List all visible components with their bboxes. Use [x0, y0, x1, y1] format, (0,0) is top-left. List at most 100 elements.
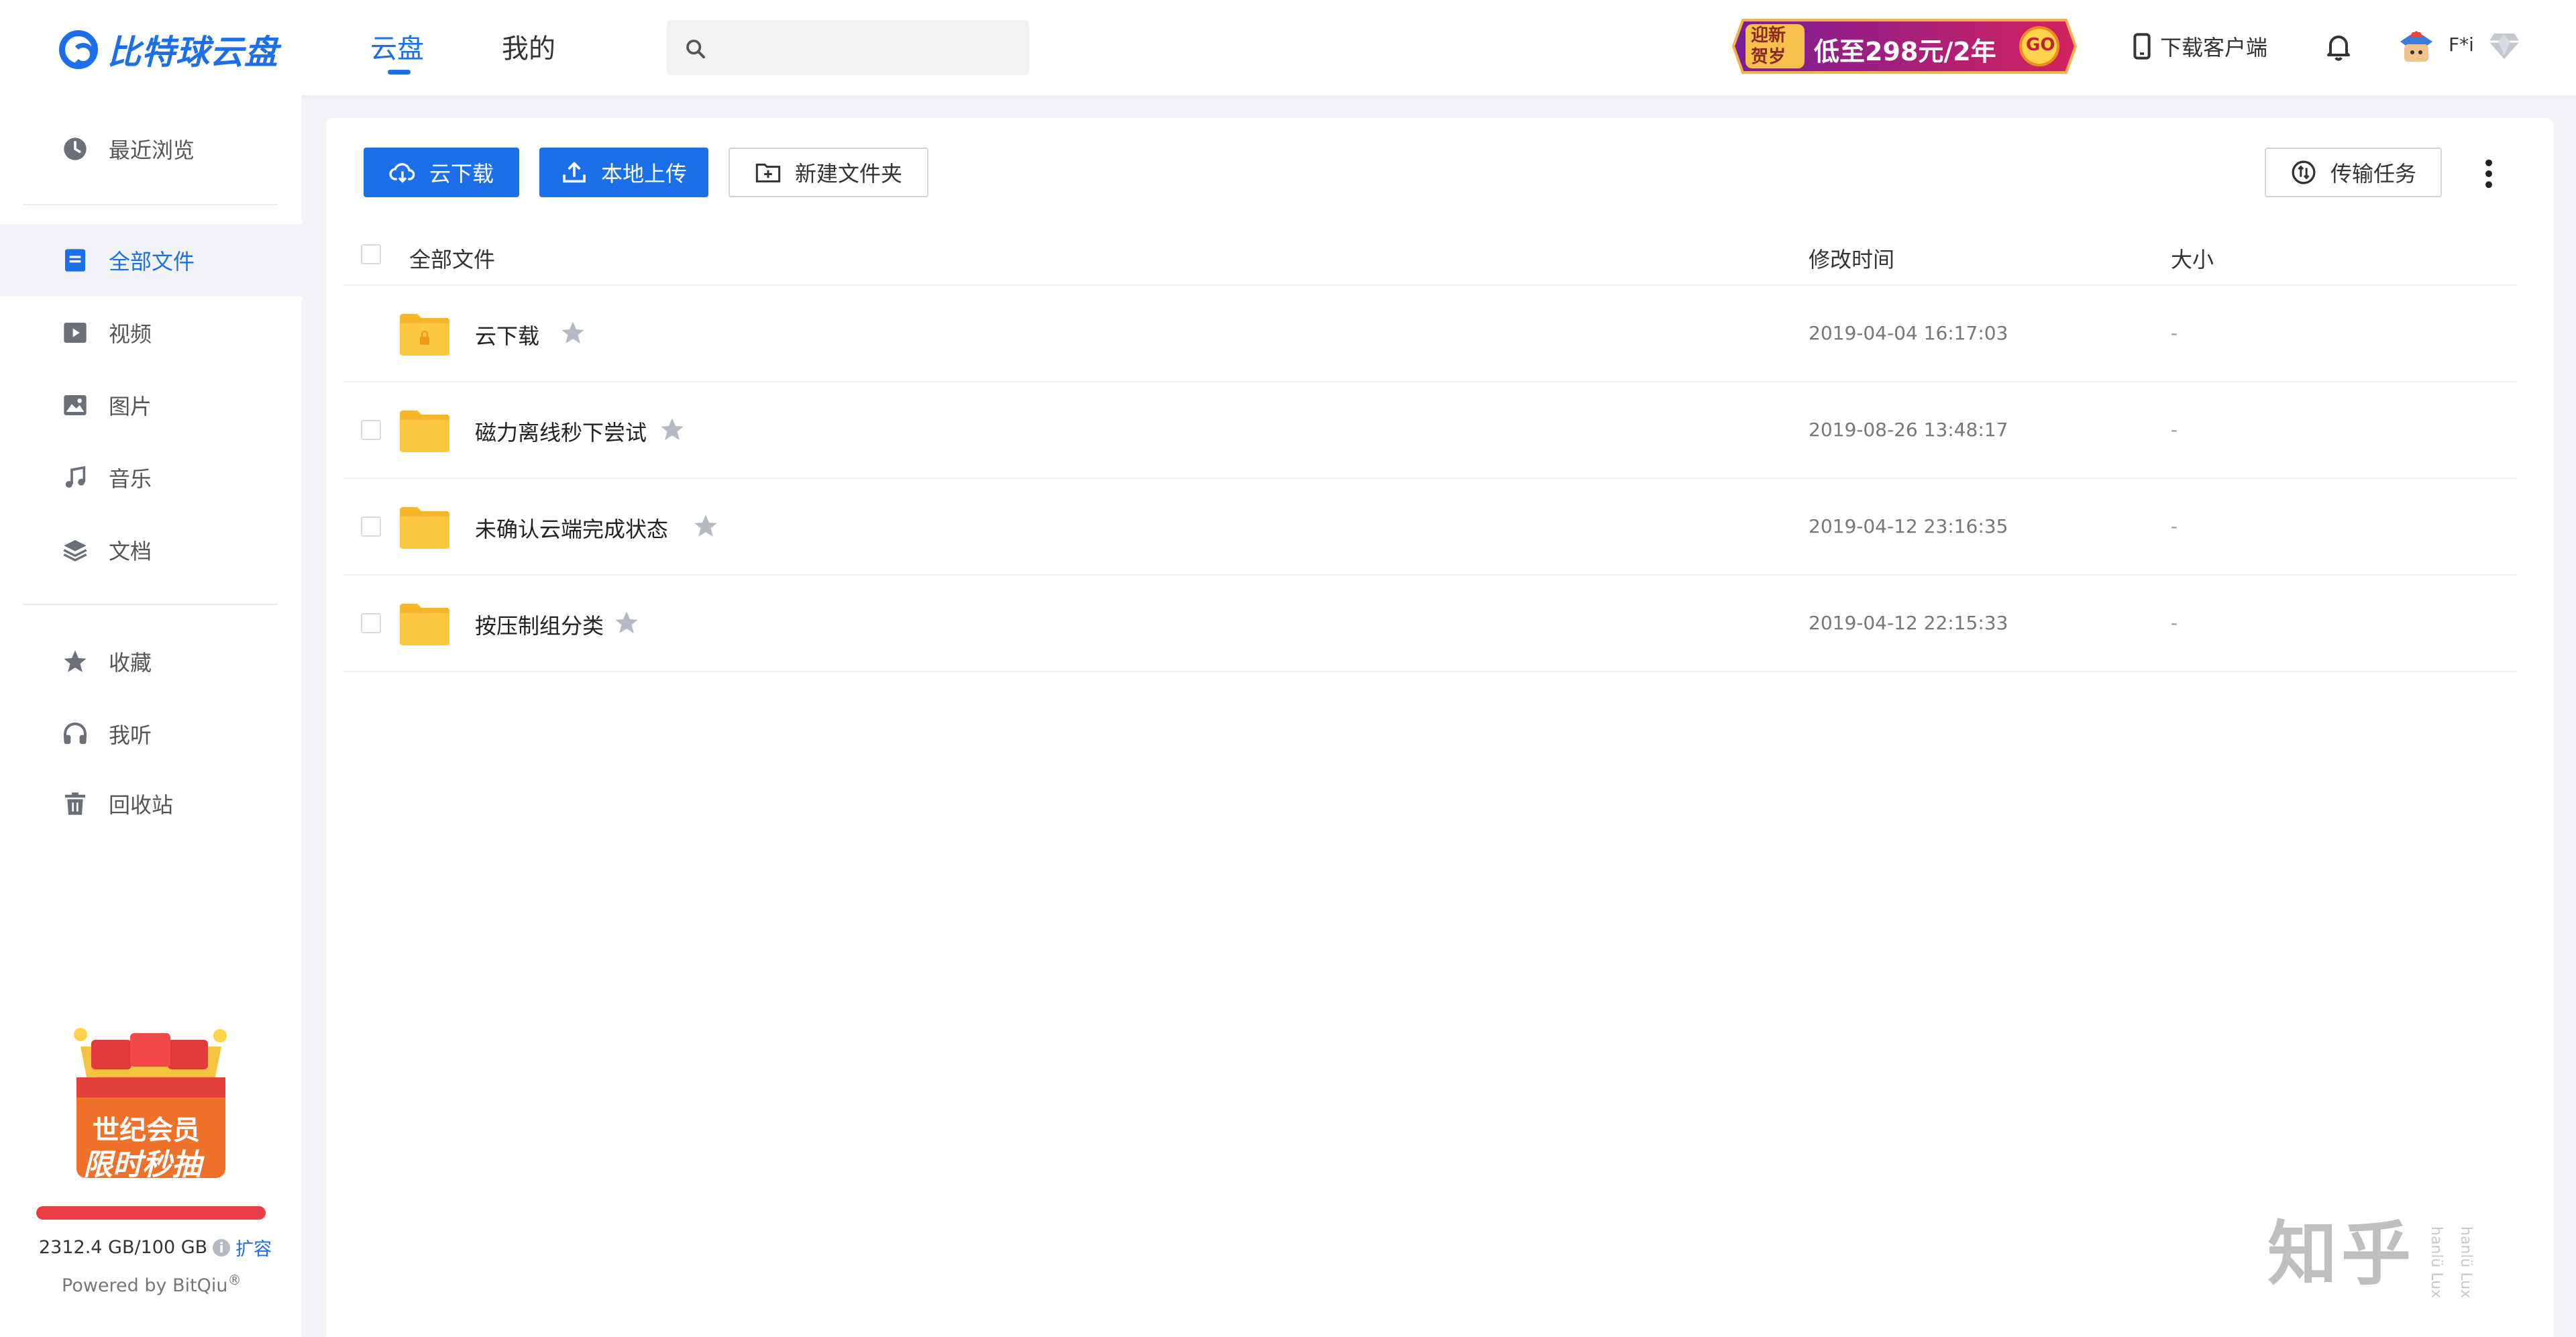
sidebar-item-trash[interactable]: 回收站 [0, 767, 302, 840]
file-size: - [2171, 419, 2178, 441]
storage-used-text: 2312.4 GB/100 GB [39, 1237, 208, 1258]
watermark-side-text: hanlü Lux [2457, 1226, 2475, 1298]
powered-by: Powered by BitQiu® [62, 1272, 241, 1296]
sidebar-item-label: 回收站 [109, 792, 174, 818]
sidebar-item-images[interactable]: 图片 [0, 369, 302, 441]
download-client-label: 下载客户端 [2160, 35, 2268, 60]
modified-time: 2019-04-04 16:17:03 [1809, 322, 2008, 344]
member-promo[interactable]: 世纪会员 限时秒抽 [60, 1020, 241, 1182]
star-icon[interactable] [692, 513, 719, 539]
sidebar-item-label: 最近浏览 [109, 138, 195, 163]
sidebar-item-favorites[interactable]: 收藏 [0, 625, 302, 698]
sidebar-item-video[interactable]: 视频 [0, 297, 302, 369]
bell-icon[interactable] [2322, 30, 2355, 63]
sidebar-item-label: 全部文件 [109, 249, 195, 274]
row-checkbox[interactable] [361, 517, 381, 537]
sidebar-item-music[interactable]: 音乐 [0, 441, 302, 514]
new-folder-icon [755, 163, 781, 182]
registered-mark: ® [227, 1272, 241, 1288]
watermark-side-text: hanlü Lux [2428, 1226, 2445, 1298]
file-name[interactable]: 按压制组分类 [475, 609, 604, 640]
star-icon[interactable] [559, 319, 586, 346]
sidebar-item-listening[interactable]: 我听 [0, 698, 302, 770]
column-header-size[interactable]: 大小 [2171, 243, 2214, 274]
storage-usage-bar [36, 1206, 266, 1220]
promo-text: 低至298元/2年 [1814, 37, 1996, 66]
tab-cloud-drive[interactable]: 云盘 [370, 27, 424, 74]
member-promo-line2: 限时秒抽 [83, 1148, 201, 1182]
promo-badge-line1: 迎新 [1751, 25, 1786, 46]
file-panel: 云下载 本地上传 新建文件夹 传输任务 全部文件 修改时间 大小 云下载 201… [326, 118, 2553, 1337]
watermark-text: 知乎 [2267, 1213, 2416, 1295]
file-name[interactable]: 磁力离线秒下尝试 [475, 416, 647, 447]
file-size: - [2171, 515, 2178, 537]
sidebar-item-all-files[interactable]: 全部文件 [0, 224, 302, 297]
row-checkbox[interactable] [361, 613, 381, 633]
column-header-modified[interactable]: 修改时间 [1809, 243, 1894, 274]
transfer-icon [2292, 160, 2316, 184]
transfer-tasks-button[interactable]: 传输任务 [2265, 148, 2442, 197]
local-upload-button[interactable]: 本地上传 [539, 148, 708, 197]
table-header: 全部文件 修改时间 大小 [343, 223, 2517, 286]
logo-mark-icon [59, 30, 98, 69]
file-name[interactable]: 云下载 [475, 319, 539, 350]
sidebar-item-label: 文档 [109, 539, 152, 564]
new-folder-button[interactable]: 新建文件夹 [729, 148, 928, 197]
table-row[interactable]: 磁力离线秒下尝试 2019-08-26 13:48:17 - [343, 382, 2517, 479]
app-logo[interactable]: 比特球云盘 [59, 25, 278, 74]
expand-storage-link[interactable]: 扩容 [235, 1234, 272, 1261]
username[interactable]: F*i [2449, 34, 2474, 56]
sidebar: 最近浏览 全部文件 视频 图片 音乐 文档 收藏 我听 回收站 世纪会员 限时秒… [0, 95, 302, 1337]
more-options-icon[interactable] [2482, 158, 2496, 189]
promo-banner[interactable]: 迎新 贺岁 低至298元/2年 GO [1731, 15, 2080, 78]
vip-diamond-icon[interactable] [2487, 31, 2521, 60]
star-icon[interactable] [613, 609, 640, 636]
star-icon[interactable] [659, 416, 686, 443]
new-folder-label: 新建文件夹 [794, 161, 902, 186]
search-icon [686, 40, 706, 59]
sidebar-item-label: 收藏 [109, 650, 152, 676]
search-input[interactable] [720, 30, 1016, 66]
download-client-link[interactable]: 下载客户端 [2133, 31, 2267, 62]
headphones-icon [64, 723, 87, 744]
sidebar-item-label: 我听 [109, 723, 152, 748]
sidebar-item-label: 图片 [109, 394, 152, 419]
folder-icon [400, 507, 449, 549]
table-row[interactable]: 云下载 2019-04-04 16:17:03 - [343, 286, 2517, 382]
sidebar-item-documents[interactable]: 文档 [0, 514, 302, 586]
powered-by-text: Powered by BitQiu [62, 1275, 228, 1296]
select-all-checkbox[interactable] [361, 244, 381, 264]
watermark: 知乎 hanlü Lux hanlü Lux [2267, 1197, 2474, 1298]
avatar[interactable] [2398, 25, 2435, 67]
search-box[interactable] [667, 20, 1029, 75]
music-note-icon [65, 466, 86, 488]
sidebar-item-label: 视频 [109, 321, 152, 347]
cloud-download-button[interactable]: 云下载 [364, 148, 519, 197]
folder-icon [400, 411, 449, 452]
modified-time: 2019-08-26 13:48:17 [1809, 419, 2008, 441]
trash-icon [65, 792, 85, 815]
tab-mine[interactable]: 我的 [502, 27, 555, 66]
sidebar-item-recent[interactable]: 最近浏览 [0, 113, 302, 185]
top-bar: 比特球云盘 云盘 我的 迎新 贺岁 低至298元/2年 GO 下载客户端 F*i [0, 0, 2576, 95]
column-header-name[interactable]: 全部文件 [409, 243, 495, 274]
layers-icon [63, 540, 87, 561]
locked-folder-icon [400, 314, 449, 356]
logo-text: 比特球云盘 [107, 33, 278, 72]
phone-icon [2133, 33, 2151, 60]
table-row[interactable]: 未确认云端完成状态 2019-04-12 23:16:35 - [343, 479, 2517, 576]
local-upload-label: 本地上传 [600, 161, 687, 186]
row-checkbox[interactable] [361, 420, 381, 440]
clock-icon [64, 138, 87, 160]
modified-time: 2019-04-12 22:15:33 [1809, 612, 2008, 634]
folder-icon [400, 604, 449, 645]
star-icon [64, 650, 87, 672]
file-name[interactable]: 未确认云端完成状态 [475, 513, 668, 543]
storage-info: 2312.4 GB/100 GB i 扩容 [39, 1234, 272, 1261]
file-size: - [2171, 322, 2178, 344]
transfer-tasks-label: 传输任务 [2330, 161, 2416, 186]
info-icon[interactable]: i [213, 1238, 231, 1256]
sidebar-divider [23, 204, 278, 205]
file-size: - [2171, 612, 2178, 634]
table-row[interactable]: 按压制组分类 2019-04-12 22:15:33 - [343, 576, 2517, 672]
